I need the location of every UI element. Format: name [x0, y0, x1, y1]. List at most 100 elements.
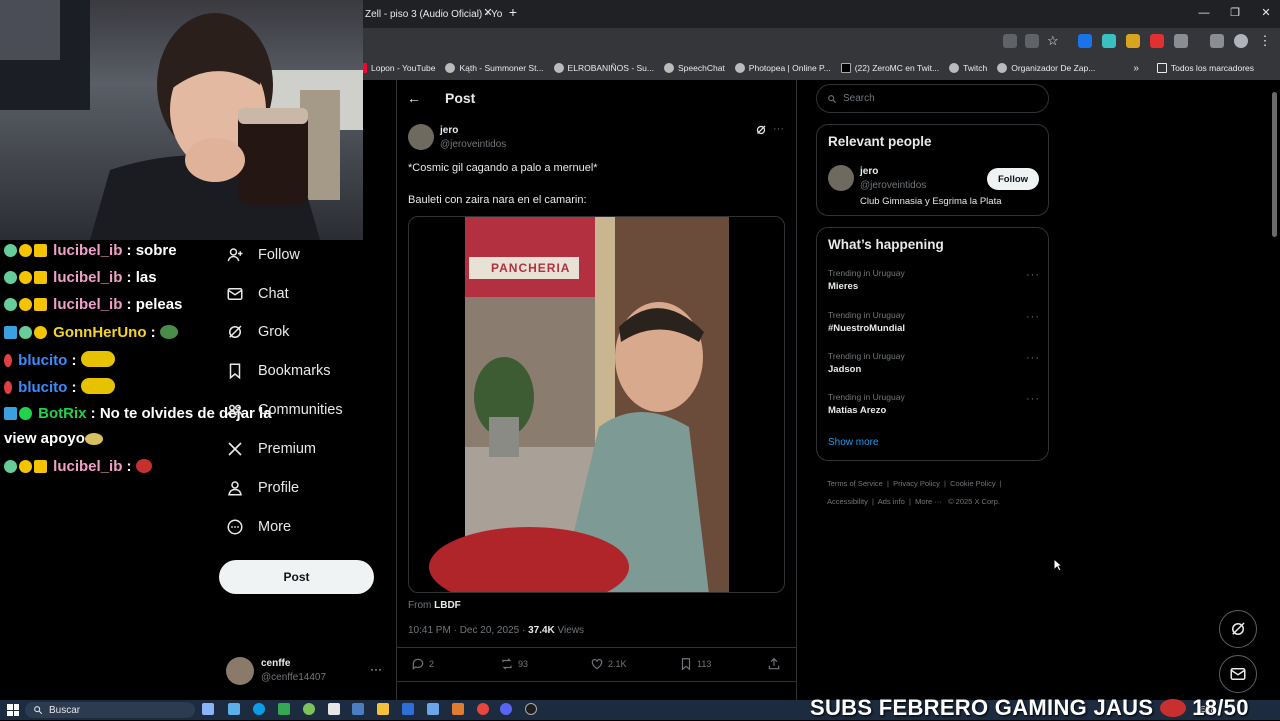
nav-label: Communities: [258, 402, 343, 418]
minimize-button[interactable]: —: [1196, 5, 1212, 21]
account-switcher[interactable]: cenffe @cenffe14407 ···: [226, 655, 386, 687]
repost-button[interactable]: 93: [500, 657, 528, 671]
bookmark-item[interactable]: Photopea | Online P...: [734, 63, 831, 73]
emote-icon: [84, 433, 103, 445]
post-video[interactable]: PANCHERIA: [408, 216, 785, 593]
nav-profile[interactable]: Profile: [226, 476, 299, 500]
nav-more[interactable]: More: [226, 515, 291, 539]
app-icon[interactable]: [427, 703, 439, 715]
footer-link[interactable]: Privacy Policy: [893, 479, 940, 488]
app-icon[interactable]: [452, 703, 464, 715]
menu-icon[interactable]: ⋮: [1258, 34, 1272, 48]
nav-chat[interactable]: Chat: [226, 282, 289, 306]
tab-close-icon[interactable]: ✕: [481, 6, 495, 20]
bookmark-item[interactable]: ELROBANIÑOS - Su...: [553, 63, 654, 73]
windows-start-icon[interactable]: [7, 704, 19, 716]
trend-menu-icon[interactable]: ···: [1026, 269, 1040, 281]
back-arrow-icon[interactable]: ←: [407, 90, 423, 106]
globe-icon: [445, 63, 456, 73]
nav-communities[interactable]: Communities: [226, 398, 343, 422]
timestamp[interactable]: 10:41 PM · Dec 20, 2025 ·: [408, 625, 528, 636]
person-handle[interactable]: @jeroveintidos: [860, 180, 926, 191]
author-handle[interactable]: @jeroveintidos: [440, 139, 506, 150]
nav-grok[interactable]: Grok: [226, 320, 289, 344]
avatar[interactable]: [408, 124, 434, 150]
x-icon: [840, 63, 851, 73]
extension-icon[interactable]: [1126, 34, 1140, 48]
follow-button[interactable]: Follow: [987, 168, 1039, 190]
bookmark-item[interactable]: SpeechChat: [664, 63, 725, 73]
person-name[interactable]: jero: [860, 166, 878, 177]
post-menu-icon[interactable]: ···: [773, 123, 784, 135]
share-button[interactable]: [767, 657, 781, 671]
grok-explain-icon[interactable]: [755, 124, 767, 136]
bookmark-item[interactable]: Organizador De Zap...: [997, 63, 1095, 73]
taskbar-search[interactable]: Buscar: [25, 702, 195, 718]
copilot-icon[interactable]: [228, 703, 240, 715]
file-explorer-icon[interactable]: [377, 703, 389, 715]
reading-list-icon[interactable]: [1210, 34, 1224, 48]
bookmarks-overflow-icon[interactable]: »: [1133, 63, 1139, 74]
all-bookmarks[interactable]: Todos los marcadores: [1156, 63, 1254, 73]
nav-label: Follow: [258, 247, 300, 263]
new-tab-button[interactable]: +: [505, 5, 521, 21]
footer-link[interactable]: Accessibility: [827, 497, 868, 506]
extensions-puzzle-icon[interactable]: [1174, 34, 1188, 48]
account-handle: @cenffe14407: [261, 672, 327, 683]
search-input[interactable]: Search: [816, 84, 1049, 113]
reply-button[interactable]: 2: [411, 657, 434, 671]
close-window-button[interactable]: ✕: [1258, 5, 1274, 21]
translate-icon[interactable]: [1003, 34, 1017, 48]
app-icon[interactable]: [402, 703, 414, 715]
show-more-link[interactable]: Show more: [828, 437, 879, 448]
like-button[interactable]: 2.1K: [590, 657, 627, 671]
nav-premium[interactable]: Premium: [226, 437, 316, 461]
nav-bookmarks[interactable]: Bookmarks: [226, 359, 331, 383]
xbox-icon[interactable]: [303, 703, 315, 715]
scrollbar-thumb[interactable]: [1272, 92, 1277, 237]
chrome-icon[interactable]: [477, 703, 489, 715]
trend-item[interactable]: Trending in Uruguay #NuestroMundial ···: [817, 308, 1048, 344]
footer-link[interactable]: Cookie Policy: [950, 479, 995, 488]
bookmark-item[interactable]: Kąth - Summoner St...: [445, 63, 544, 73]
trend-menu-icon[interactable]: ···: [1026, 311, 1040, 323]
grok-floating-button[interactable]: [1219, 610, 1257, 648]
author-name[interactable]: jero: [440, 125, 458, 136]
obs-icon[interactable]: [525, 703, 537, 715]
app-icon[interactable]: [278, 703, 290, 715]
profile-avatar-icon[interactable]: [1234, 34, 1248, 48]
star-icon[interactable]: ☆: [1047, 34, 1061, 48]
globe-icon: [664, 63, 674, 73]
extension-icon[interactable]: [1078, 34, 1092, 48]
chat-text: :: [67, 379, 81, 396]
bookmark-button[interactable]: 113: [679, 657, 711, 671]
trend-menu-icon[interactable]: ···: [1026, 352, 1040, 364]
app-icon[interactable]: [328, 703, 340, 715]
extension-icon[interactable]: [1102, 34, 1116, 48]
footer-link[interactable]: Terms of Service: [827, 479, 883, 488]
account-menu-icon[interactable]: ···: [370, 662, 382, 676]
nav-follow[interactable]: Follow: [226, 243, 300, 267]
trend-menu-icon[interactable]: ···: [1026, 393, 1040, 405]
post-button[interactable]: Post: [219, 560, 374, 594]
trend-item[interactable]: Trending in Uruguay Mieres ···: [817, 266, 1048, 302]
trend-item[interactable]: Trending in Uruguay Jadson ···: [817, 349, 1048, 385]
bookmark-item[interactable]: Twitch: [949, 63, 987, 73]
source-link[interactable]: LBDF: [434, 600, 461, 611]
bookmark-item[interactable]: (22) ZeroMC en Twit...: [840, 63, 939, 73]
trend-item[interactable]: Trending in Uruguay Matías Arezo ···: [817, 390, 1048, 426]
avatar[interactable]: [828, 165, 854, 191]
messages-floating-button[interactable]: [1219, 655, 1257, 693]
cast-icon[interactable]: [1025, 34, 1039, 48]
footer-link[interactable]: More ···: [915, 497, 942, 506]
bookmark-item[interactable]: Lopon - YouTube: [363, 63, 435, 73]
reply-count: 2: [429, 659, 435, 669]
edge-icon[interactable]: [253, 703, 265, 715]
app-icon[interactable]: [352, 703, 364, 715]
adblock-icon[interactable]: [1150, 34, 1164, 48]
video-frame: [429, 217, 729, 592]
footer-link[interactable]: Ads info: [878, 497, 905, 506]
discord-icon[interactable]: [500, 703, 512, 715]
restore-button[interactable]: ❐: [1227, 5, 1243, 21]
task-view-icon[interactable]: [202, 703, 214, 715]
